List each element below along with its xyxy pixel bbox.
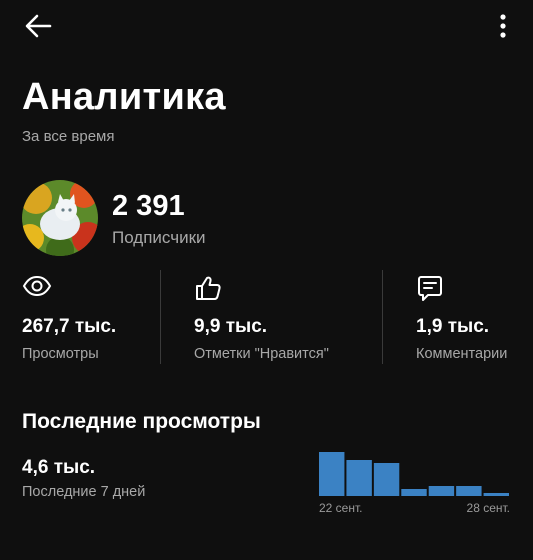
chart-tick-label: 22 сент. xyxy=(319,501,362,515)
chart-bar xyxy=(483,493,509,496)
chart-bar xyxy=(319,452,345,496)
recent-views-title: Последние просмотры xyxy=(22,410,261,433)
metric-views[interactable]: 267,7 тыс. Просмотры xyxy=(22,268,152,368)
comment-icon xyxy=(416,274,444,309)
chart-bar xyxy=(373,463,400,496)
recent-views-chart[interactable]: 22 сент. 28 сент. xyxy=(314,446,514,518)
chart-tick-label: 28 сент. xyxy=(467,501,510,515)
eye-icon xyxy=(22,274,52,303)
page-subtitle: За все время xyxy=(22,128,115,145)
metric-value: 1,9 тыс. xyxy=(416,316,490,337)
metric-label: Просмотры xyxy=(22,346,99,362)
chart-bar xyxy=(428,486,455,496)
metric-value: 267,7 тыс. xyxy=(22,316,117,337)
metric-divider xyxy=(160,270,161,364)
metric-divider xyxy=(382,270,383,364)
subscribers-label: Подписчики xyxy=(112,228,206,247)
thumbs-up-icon xyxy=(194,274,222,307)
metric-label: Комментарии xyxy=(416,346,508,362)
metric-likes[interactable]: 9,9 тыс. Отметки "Нравится" xyxy=(194,268,374,368)
chart-bar xyxy=(456,486,482,496)
more-options-button[interactable] xyxy=(490,12,516,42)
subscribers-count: 2 391 xyxy=(112,190,185,222)
chart-bar xyxy=(346,460,372,496)
back-button[interactable] xyxy=(20,10,56,42)
metric-comments[interactable]: 1,9 тыс. Комментарии xyxy=(416,268,533,368)
recent-views-value: 4,6 тыс. xyxy=(22,457,96,478)
recent-views-period: Последние 7 дней xyxy=(22,484,146,500)
page-title: Аналитика xyxy=(22,76,226,118)
more-vertical-icon xyxy=(500,14,506,38)
chart-bar xyxy=(401,489,427,496)
metric-label: Отметки "Нравится" xyxy=(194,346,329,362)
metric-value: 9,9 тыс. xyxy=(194,316,268,337)
channel-avatar xyxy=(22,180,98,256)
arrow-left-icon xyxy=(25,14,52,38)
